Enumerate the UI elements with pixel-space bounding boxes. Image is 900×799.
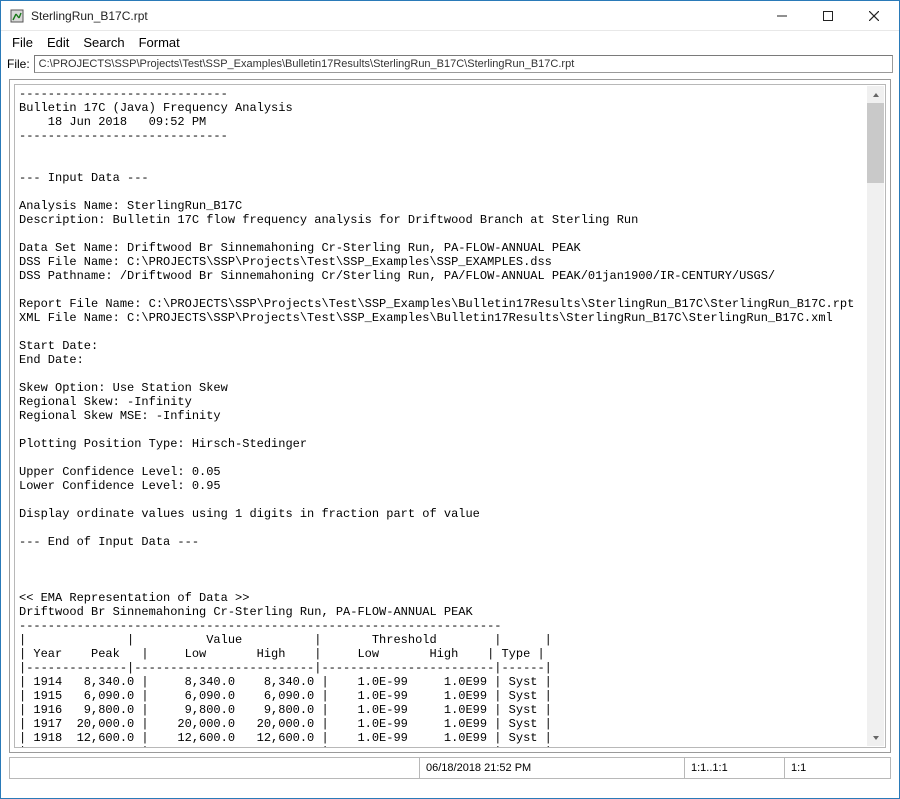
status-datetime: 06/18/2018 21:52 PM: [419, 757, 684, 779]
file-path-row: File:: [1, 53, 899, 79]
minimize-button[interactable]: [759, 1, 805, 31]
titlebar: SterlingRun_B17C.rpt: [1, 1, 899, 31]
scroll-thumb[interactable]: [867, 103, 884, 183]
menu-search[interactable]: Search: [76, 33, 131, 52]
file-path-field[interactable]: [34, 55, 893, 73]
app-icon: [9, 8, 25, 24]
scroll-up-arrow-icon[interactable]: [867, 86, 884, 103]
window-title: SterlingRun_B17C.rpt: [31, 9, 148, 23]
maximize-button[interactable]: [805, 1, 851, 31]
menu-format[interactable]: Format: [132, 33, 187, 52]
close-button[interactable]: [851, 1, 897, 31]
status-cursor: 1:1: [784, 757, 891, 779]
status-position: 1:1..1:1: [684, 757, 784, 779]
report-text[interactable]: ----------------------------- Bulletin 1…: [15, 85, 885, 747]
scroll-track[interactable]: [867, 103, 884, 729]
report-viewport: ----------------------------- Bulletin 1…: [14, 84, 886, 748]
menu-file[interactable]: File: [5, 33, 40, 52]
vertical-scrollbar[interactable]: [867, 86, 884, 746]
statusbar: 06/18/2018 21:52 PM 1:1..1:1 1:1: [9, 757, 891, 779]
file-path-label: File:: [7, 57, 30, 71]
status-message: [9, 757, 419, 779]
menu-edit[interactable]: Edit: [40, 33, 76, 52]
report-panel: ----------------------------- Bulletin 1…: [9, 79, 891, 753]
menubar: File Edit Search Format: [1, 31, 899, 53]
scroll-down-arrow-icon[interactable]: [867, 729, 884, 746]
